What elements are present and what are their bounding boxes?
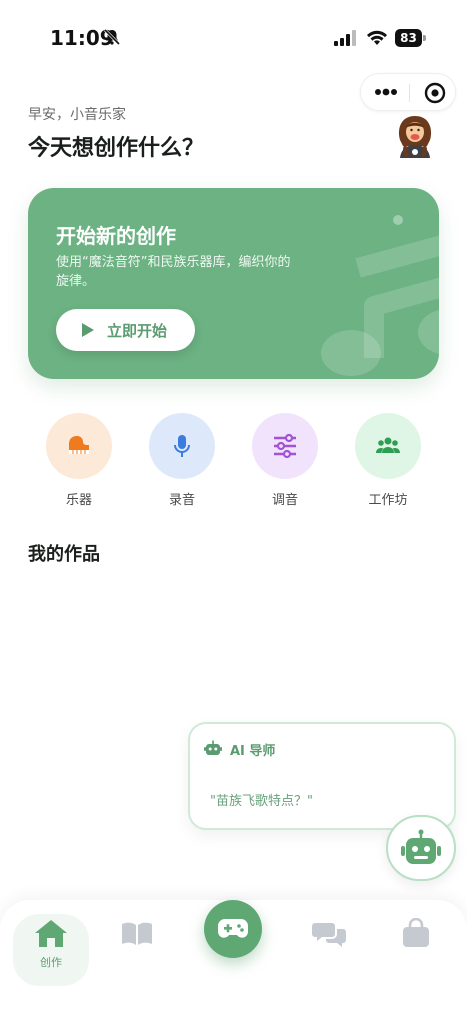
microphone-icon [174, 435, 190, 457]
hero-description: 使用“魔法音符”和民族乐器库，编织你的旋律。 [56, 255, 291, 289]
play-icon [82, 323, 94, 337]
quick-action-label: 调音 [271, 493, 298, 508]
quick-action-workshop[interactable]: 工作坊 [355, 413, 421, 508]
quick-action-label: 乐器 [65, 493, 92, 508]
ai-tutor-button[interactable] [386, 815, 456, 881]
miniprogram-capsule [360, 73, 456, 111]
music-note-icon [321, 215, 439, 376]
quick-action-instruments[interactable]: 乐器 [46, 413, 112, 508]
ai-tutor-title: AI 导师 [230, 744, 276, 759]
tab-create-label: 创作 [40, 956, 62, 969]
users-icon [376, 437, 400, 453]
avatar[interactable] [392, 110, 438, 158]
workshop-icon-circle [355, 413, 421, 479]
quick-action-label: 工作坊 [368, 493, 408, 508]
status-bar: 11:09 83 [0, 0, 467, 70]
bell-muted-icon [103, 28, 121, 46]
hero-title: 开始新的创作 [56, 224, 176, 248]
ai-tutor-message: "苗族飞歌特点？" [210, 794, 313, 809]
page-title: 今天想创作什么？ [28, 136, 205, 161]
battery-indicator: 83 [395, 29, 427, 47]
greeting-text: 早安，小音乐家 [28, 107, 126, 123]
my-works-title: 我的作品 [28, 544, 100, 565]
chat-icon [312, 923, 346, 947]
quick-action-label: 录音 [168, 493, 195, 508]
start-now-label: 立即开始 [107, 322, 168, 340]
wifi-icon [367, 30, 387, 45]
battery-level: 83 [395, 29, 422, 47]
instrument-icon-circle [46, 413, 112, 479]
home-icon [35, 920, 67, 947]
ai-tutor-bubble[interactable]: AI 导师 "苗族飞歌特点？" [188, 722, 456, 830]
robot-icon [204, 740, 222, 755]
signal-icon [334, 30, 356, 46]
tab-library[interactable] [112, 918, 162, 952]
tab-messages[interactable] [304, 918, 354, 952]
quick-action-record[interactable]: 录音 [149, 413, 215, 508]
sliders-icon [274, 433, 296, 459]
tab-create[interactable]: 创作 [26, 918, 76, 970]
book-icon [122, 922, 152, 945]
tab-shop[interactable] [391, 917, 441, 952]
record-icon-circle [149, 413, 215, 479]
start-creation-card[interactable]: 开始新的创作 使用“魔法音符”和民族乐器库，编织你的旋律。 立即开始 [28, 188, 439, 379]
center-play-button[interactable] [204, 900, 262, 958]
gamepad-icon [218, 919, 248, 938]
shopping-bag-icon [403, 917, 429, 947]
tuning-icon-circle [252, 413, 318, 479]
more-icon[interactable] [373, 82, 399, 102]
capsule-divider [409, 84, 410, 102]
robot-icon [401, 829, 441, 864]
start-now-button[interactable]: 立即开始 [56, 309, 195, 351]
quick-action-tuning[interactable]: 调音 [252, 413, 318, 508]
close-miniprogram-icon[interactable] [423, 81, 447, 105]
piano-icon [69, 436, 89, 454]
battery-tip [423, 35, 426, 41]
